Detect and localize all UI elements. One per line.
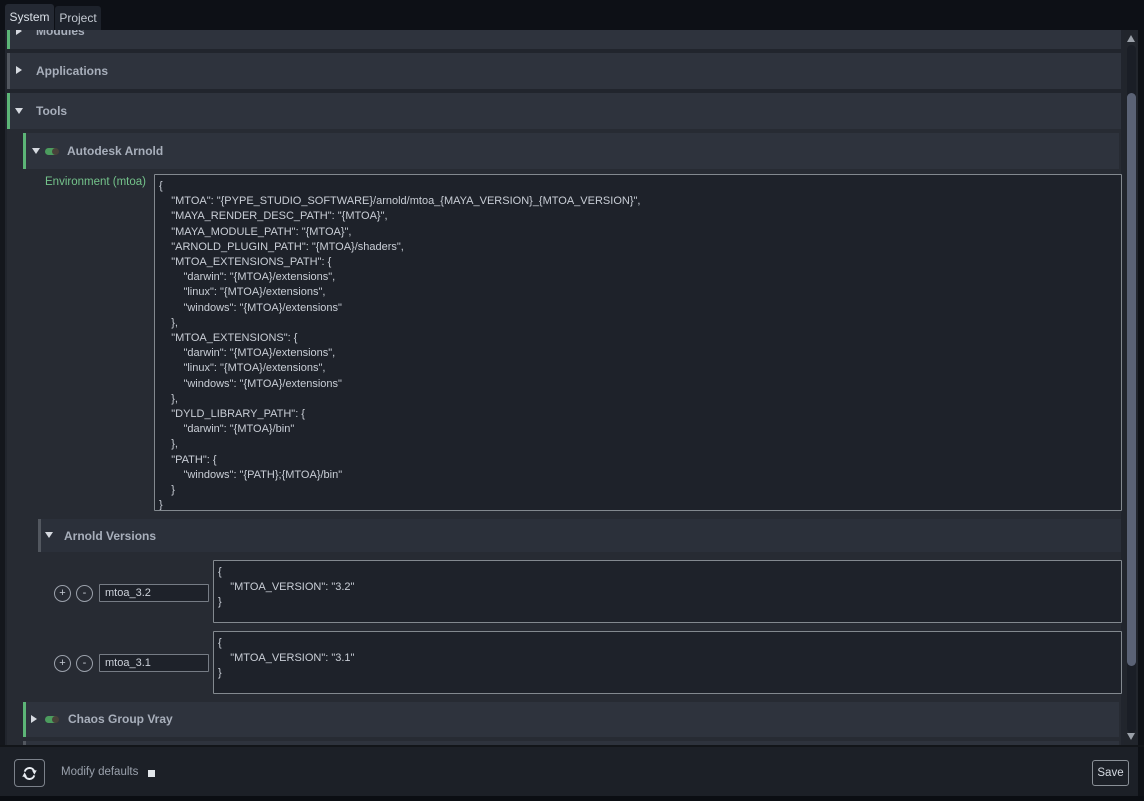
- modify-defaults-label: Modify defaults: [61, 747, 138, 797]
- version-key-input[interactable]: [99, 654, 209, 672]
- section-tools[interactable]: Tools: [7, 93, 1121, 129]
- section-tools-title: Tools: [36, 104, 67, 118]
- tab-project[interactable]: Project: [55, 6, 101, 30]
- toggle-knob-icon: [52, 148, 59, 155]
- environment-mtoa-textarea[interactable]: [154, 174, 1122, 511]
- section-autodesk-arnold[interactable]: Autodesk Arnold: [23, 133, 1119, 169]
- footer-bar: Modify defaults Save: [0, 747, 1138, 796]
- settings-scroll-area: Modules Applications Tools Autodesk Arno…: [5, 30, 1124, 745]
- section-applications-title: Applications: [36, 64, 108, 78]
- refresh-icon: [22, 766, 37, 781]
- window-bottom-edge: [0, 796, 1144, 801]
- settings-window: System Project Modules Applications Tool…: [0, 0, 1144, 801]
- expand-arrow-icon[interactable]: [32, 148, 40, 154]
- section-vray-title: Chaos Group Vray: [68, 712, 173, 726]
- section-arnold-versions-title: Arnold Versions: [64, 529, 156, 543]
- expand-arrow-icon[interactable]: [45, 532, 53, 538]
- scroll-down-arrow-icon[interactable]: [1127, 733, 1135, 740]
- collapse-arrow-icon[interactable]: [16, 30, 22, 35]
- section-chaos-group-vray[interactable]: Chaos Group Vray: [23, 702, 1119, 737]
- section-arnold-versions[interactable]: Arnold Versions: [38, 519, 1121, 552]
- section-modules[interactable]: Modules: [7, 30, 1121, 49]
- refresh-button[interactable]: [14, 759, 45, 787]
- version-key-input[interactable]: [99, 584, 209, 602]
- window-right-edge: [1138, 30, 1144, 796]
- version-value-textarea[interactable]: [213, 631, 1122, 694]
- version-value-textarea[interactable]: [213, 560, 1122, 623]
- modify-defaults-checkbox[interactable]: [148, 770, 155, 777]
- scroll-up-arrow-icon[interactable]: [1127, 35, 1135, 42]
- collapse-arrow-icon[interactable]: [16, 66, 22, 74]
- scrollbar-thumb[interactable]: [1127, 93, 1136, 666]
- save-button[interactable]: Save: [1092, 760, 1129, 786]
- environment-mtoa-label: Environment (mtoa): [7, 176, 146, 188]
- toggle-knob-icon: [52, 716, 59, 723]
- expand-arrow-icon[interactable]: [15, 108, 23, 114]
- remove-version-button[interactable]: -: [76, 585, 93, 602]
- vray-enabled-toggle[interactable]: [45, 716, 58, 723]
- section-modules-title: Modules: [36, 30, 85, 38]
- section-arnold-title: Autodesk Arnold: [67, 144, 163, 158]
- section-applications[interactable]: Applications: [7, 53, 1121, 89]
- vertical-scrollbar[interactable]: [1124, 30, 1138, 745]
- add-version-button[interactable]: +: [54, 585, 71, 602]
- tab-system[interactable]: System: [5, 4, 54, 30]
- section-tools-body: Autodesk Arnold Environment (mtoa) Arnol…: [7, 129, 1121, 745]
- add-version-button[interactable]: +: [54, 655, 71, 672]
- arnold-enabled-toggle[interactable]: [45, 148, 58, 155]
- tab-bar: System Project: [0, 0, 1144, 30]
- collapse-arrow-icon[interactable]: [31, 715, 37, 723]
- remove-version-button[interactable]: -: [76, 655, 93, 672]
